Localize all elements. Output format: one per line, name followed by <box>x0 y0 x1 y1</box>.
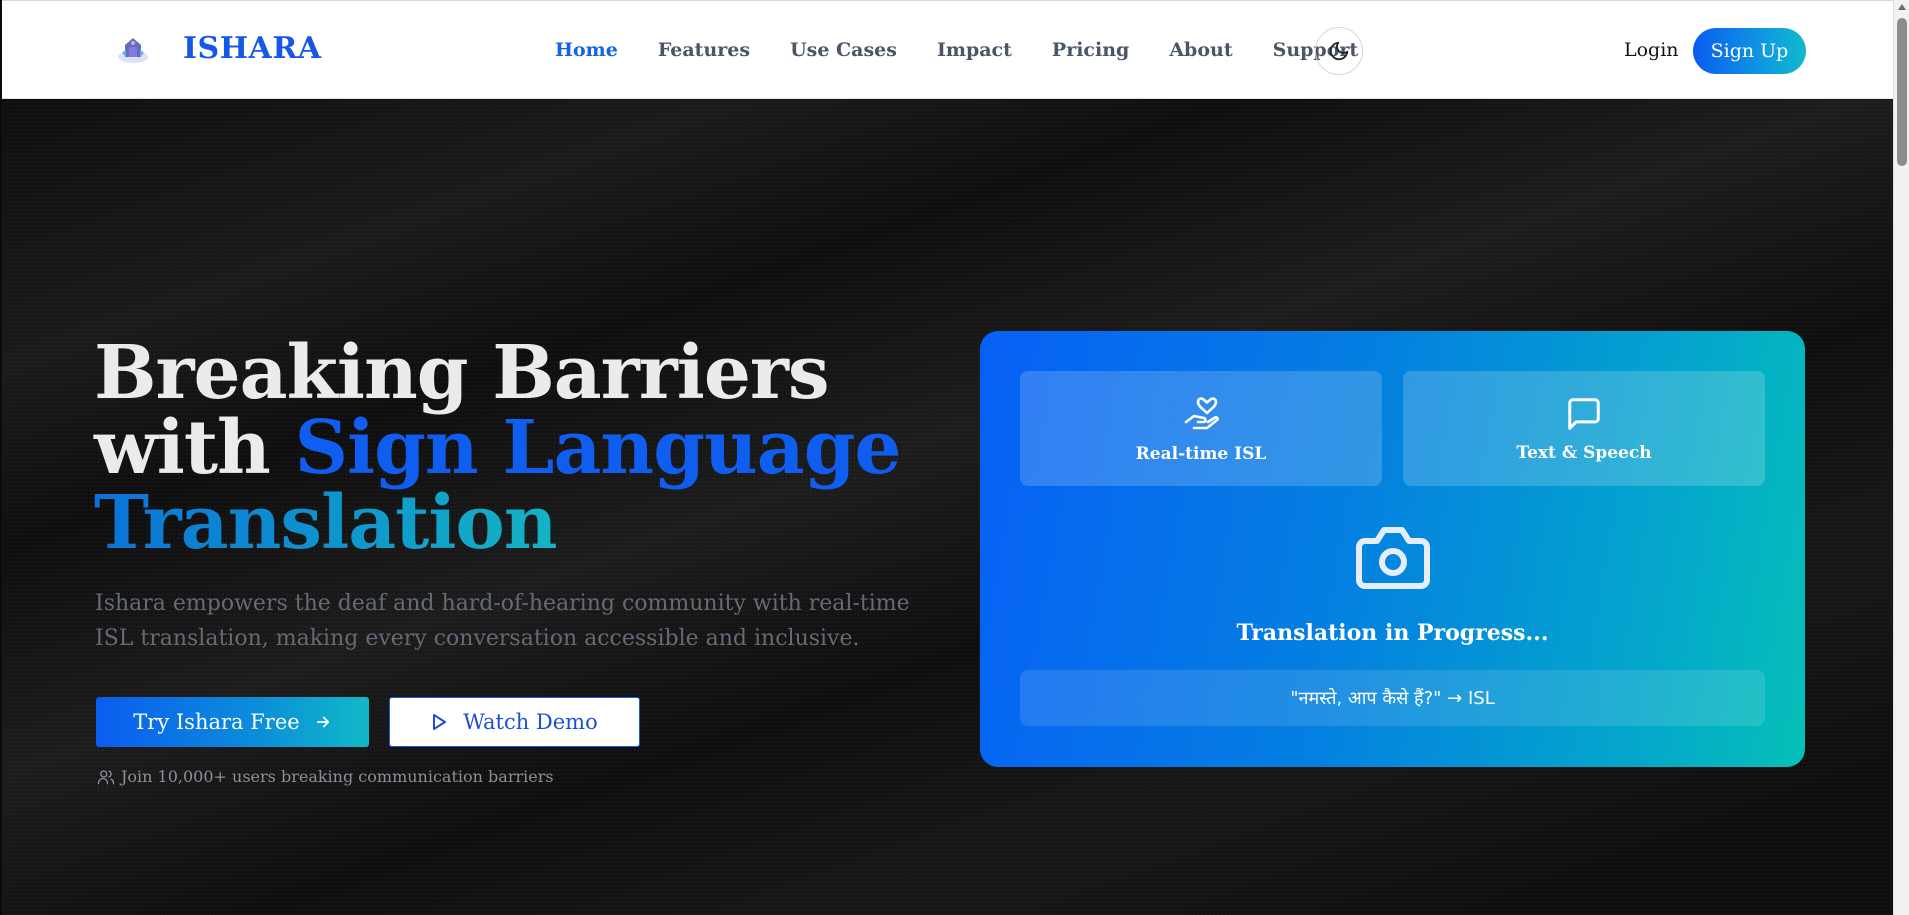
feature-text-speech-label: Text & Speech <box>1516 442 1652 463</box>
try-free-button[interactable]: Try Ishara Free <box>96 697 369 747</box>
translation-preview-card: Real-time ISL Text & Speech Translation … <box>980 331 1805 767</box>
headline-line-3: Translation <box>94 480 558 566</box>
translation-status: Translation in Progress... <box>1236 620 1549 646</box>
nav-link-features[interactable]: Features <box>658 39 750 61</box>
play-icon <box>433 714 447 730</box>
theme-toggle-button[interactable] <box>1315 27 1363 75</box>
camera-icon <box>1356 527 1430 589</box>
nav-links: Home Features Use Cases Impact Pricing A… <box>555 39 1398 61</box>
login-link[interactable]: Login <box>1624 39 1679 61</box>
page-scrollbar[interactable] <box>1893 0 1909 915</box>
user-count-note: Join 10,000+ users breaking communicatio… <box>96 767 554 786</box>
hero-subtext: Ishara empowers the deaf and hard-of-hea… <box>95 591 910 651</box>
watch-demo-button[interactable]: Watch Demo <box>389 697 640 747</box>
feature-realtime-isl[interactable]: Real-time ISL <box>1020 371 1382 486</box>
signup-button[interactable]: Sign Up <box>1693 28 1806 74</box>
nav-link-about[interactable]: About <box>1169 39 1232 61</box>
users-icon <box>97 769 115 784</box>
brand-name[interactable]: ISHARA <box>183 31 322 66</box>
feature-realtime-isl-label: Real-time ISL <box>1135 443 1267 464</box>
try-free-label: Try Ishara Free <box>133 710 300 734</box>
nav-link-pricing[interactable]: Pricing <box>1052 39 1129 61</box>
message-square-icon <box>1568 397 1600 430</box>
navbar: ISHARA Home Features Use Cases Impact Pr… <box>2 0 1893 99</box>
feature-text-speech[interactable]: Text & Speech <box>1403 371 1765 486</box>
nav-link-impact[interactable]: Impact <box>937 39 1012 61</box>
hero-headline: Breaking Barriers with Sign Language Tra… <box>94 336 902 561</box>
nav-link-use-cases[interactable]: Use Cases <box>790 39 897 61</box>
headline-highlight: Sign Language <box>294 405 902 491</box>
browser-window: ISHARA Home Features Use Cases Impact Pr… <box>2 0 1893 915</box>
moon-icon <box>1329 41 1349 61</box>
headline-with: with <box>94 405 295 491</box>
watch-demo-label: Watch Demo <box>463 710 598 734</box>
join-text: Join 10,000+ users breaking communicatio… <box>121 767 554 786</box>
scroll-up-arrow-icon[interactable] <box>1898 4 1906 10</box>
hero-section: Breaking Barriers with Sign Language Tra… <box>2 99 1893 915</box>
translation-phrase: "नमस्ते, आप कैसे हैं?" → ISL <box>1020 670 1765 726</box>
scrollbar-thumb[interactable] <box>1897 18 1907 166</box>
logo-icon[interactable] <box>116 33 150 67</box>
arrow-right-icon <box>316 716 329 728</box>
headline-line-1: Breaking Barriers <box>94 330 830 416</box>
hand-heart-icon <box>1184 396 1219 429</box>
nav-link-home[interactable]: Home <box>555 39 618 61</box>
